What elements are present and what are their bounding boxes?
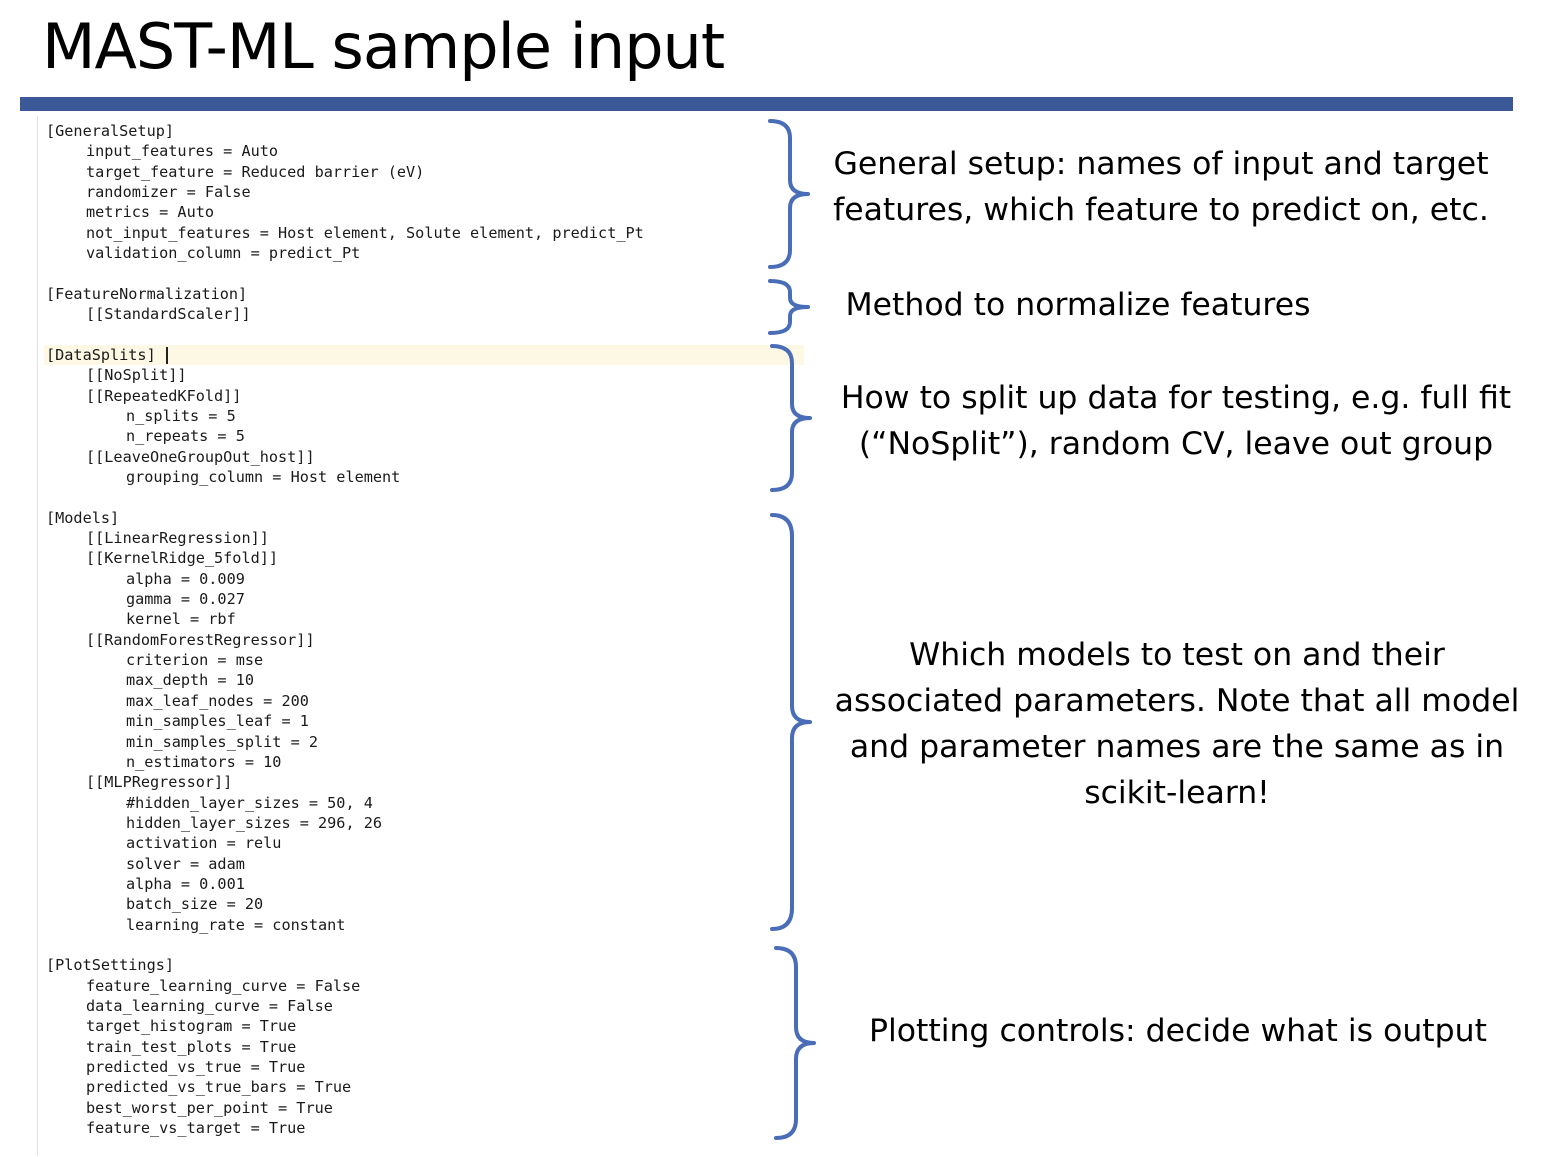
- note-line: Plotting controls: decide what is output: [869, 1013, 1487, 1049]
- config-line[interactable]: n_estimators = 10: [126, 752, 281, 772]
- current-line-highlight: [44, 345, 804, 365]
- config-line[interactable]: n_splits = 5: [126, 406, 236, 426]
- config-line[interactable]: data_learning_curve = False: [86, 996, 333, 1016]
- config-line[interactable]: criterion = mse: [126, 650, 263, 670]
- config-line[interactable]: n_repeats = 5: [126, 426, 245, 446]
- config-line[interactable]: max_leaf_nodes = 200: [126, 691, 309, 711]
- config-line[interactable]: not_input_features = Host element, Solut…: [86, 223, 644, 243]
- config-line[interactable]: hidden_layer_sizes = 296, 26: [126, 813, 382, 833]
- note-data-splits: How to split up data for testing, e.g. f…: [836, 375, 1516, 467]
- title-underline-bar: [20, 97, 1513, 111]
- config-line[interactable]: randomizer = False: [86, 182, 251, 202]
- note-plot-settings: Plotting controls: decide what is output: [860, 1008, 1496, 1054]
- config-section-header[interactable]: [GeneralSetup]: [46, 121, 174, 141]
- config-line[interactable]: min_samples_leaf = 1: [126, 711, 309, 731]
- note-line: General setup: names of input and target: [833, 146, 1489, 182]
- config-section-header[interactable]: [PlotSettings]: [46, 955, 174, 975]
- config-line[interactable]: best_worst_per_point = True: [86, 1098, 333, 1118]
- config-line[interactable]: input_features = Auto: [86, 141, 278, 161]
- note-line: scikit-learn!: [1084, 775, 1270, 811]
- config-section-header[interactable]: [DataSplits]: [46, 345, 156, 365]
- config-line[interactable]: gamma = 0.027: [126, 589, 245, 609]
- config-line[interactable]: #hidden_layer_sizes = 50, 4: [126, 793, 373, 813]
- config-line[interactable]: alpha = 0.009: [126, 569, 245, 589]
- config-line[interactable]: target_histogram = True: [86, 1016, 296, 1036]
- note-line: How to split up data for testing, e.g. f…: [840, 380, 1512, 416]
- note-line: and parameter names are the same as in: [849, 729, 1505, 765]
- config-line[interactable]: learning_rate = constant: [126, 915, 345, 935]
- config-line[interactable]: [[KernelRidge_5fold]]: [86, 548, 278, 568]
- note-line: Method to normalize features: [845, 287, 1311, 323]
- config-line[interactable]: metrics = Auto: [86, 202, 214, 222]
- config-line[interactable]: validation_column = predict_Pt: [86, 243, 360, 263]
- note-line: associated parameters. Note that all mod…: [834, 683, 1520, 719]
- config-line[interactable]: solver = adam: [126, 854, 245, 874]
- config-line[interactable]: target_feature = Reduced barrier (eV): [86, 162, 424, 182]
- config-line[interactable]: [[LinearRegression]]: [86, 528, 269, 548]
- note-line: Which models to test on and their: [909, 637, 1445, 673]
- note-normalization: Method to normalize features: [836, 282, 1320, 328]
- config-line[interactable]: [[MLPRegressor]]: [86, 772, 232, 792]
- brace-data-splits: [770, 344, 812, 492]
- config-line[interactable]: feature_learning_curve = False: [86, 976, 360, 996]
- config-line[interactable]: predicted_vs_true_bars = True: [86, 1077, 351, 1097]
- config-line[interactable]: train_test_plots = True: [86, 1037, 296, 1057]
- config-line[interactable]: batch_size = 20: [126, 894, 263, 914]
- brace-plot-settings: [774, 946, 816, 1140]
- config-line[interactable]: feature_vs_target = True: [86, 1118, 305, 1138]
- config-line[interactable]: min_samples_split = 2: [126, 732, 318, 752]
- text-caret: [166, 347, 168, 364]
- config-line[interactable]: [[StandardScaler]]: [86, 304, 251, 324]
- brace-general-setup: [768, 119, 810, 269]
- config-section-header[interactable]: [FeatureNormalization]: [46, 284, 247, 304]
- config-line[interactable]: kernel = rbf: [126, 609, 236, 629]
- note-line: (“NoSplit”), random CV, leave out group: [858, 426, 1494, 462]
- brace-models: [770, 513, 812, 931]
- slide-title: MAST-ML sample input: [42, 10, 725, 83]
- brace-normalization: [768, 279, 810, 335]
- config-section-header[interactable]: [Models]: [46, 508, 119, 528]
- config-line[interactable]: [[RepeatedKFold]]: [86, 386, 241, 406]
- editor-left-border: [37, 116, 38, 1156]
- config-line[interactable]: grouping_column = Host element: [126, 467, 400, 487]
- note-models: Which models to test on and their associ…: [832, 632, 1522, 816]
- config-line[interactable]: max_depth = 10: [126, 670, 254, 690]
- config-line[interactable]: [[RandomForestRegressor]]: [86, 630, 315, 650]
- config-line[interactable]: [[LeaveOneGroupOut_host]]: [86, 447, 315, 467]
- note-line: features, which feature to predict on, e…: [833, 192, 1489, 228]
- config-line[interactable]: activation = relu: [126, 833, 281, 853]
- note-general-setup: General setup: names of input and target…: [826, 141, 1496, 233]
- config-line[interactable]: [[NoSplit]]: [86, 365, 187, 385]
- config-line[interactable]: alpha = 0.001: [126, 874, 245, 894]
- config-line[interactable]: predicted_vs_true = True: [86, 1057, 305, 1077]
